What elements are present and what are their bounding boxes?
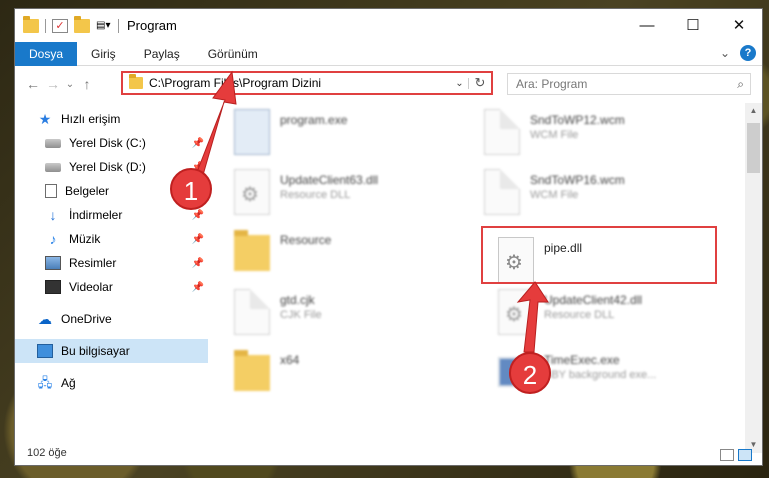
annotation-arrows [196,70,549,353]
arrow-to-pipe-dll [516,281,549,353]
step-2-badge: 2 [509,352,551,394]
arrow-to-address-bar [196,70,237,176]
step-1-badge: 1 [170,168,212,210]
